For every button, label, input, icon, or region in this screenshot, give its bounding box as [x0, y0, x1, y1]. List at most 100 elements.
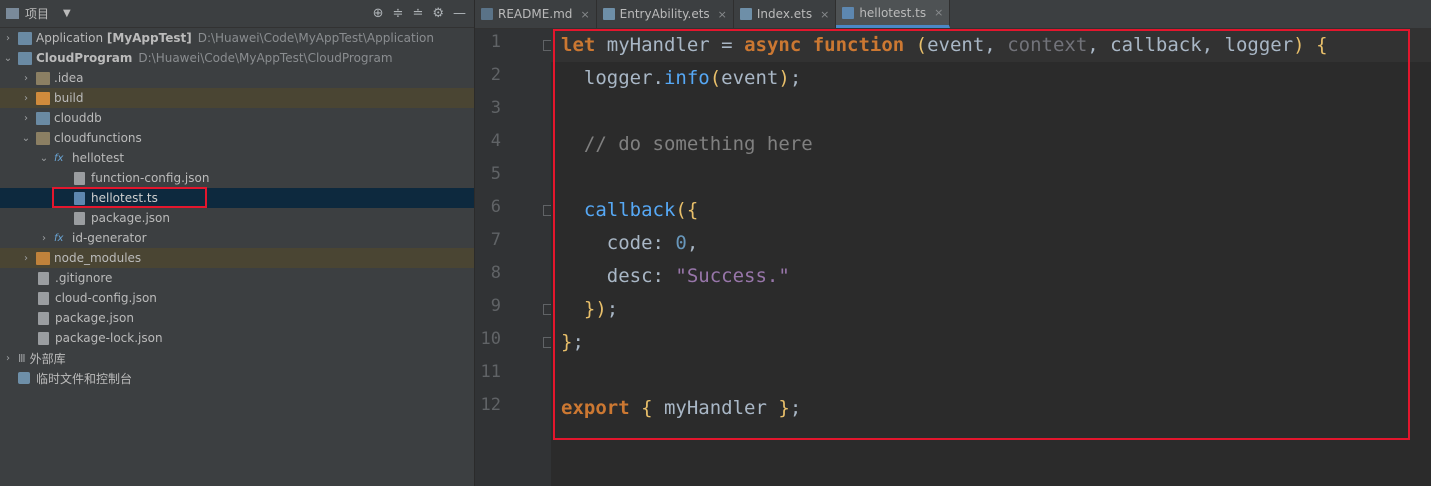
tree-item-function-config[interactable]: function-config.json	[0, 168, 474, 188]
line-number: 9	[490, 296, 501, 316]
close-icon[interactable]: ×	[934, 6, 943, 19]
ets-file-icon	[602, 8, 615, 20]
close-icon[interactable]: ×	[718, 8, 727, 21]
tree-item-clouddb[interactable]: › clouddb	[0, 108, 474, 128]
close-icon[interactable]: ×	[580, 8, 589, 21]
tree-item-label: Application	[36, 31, 104, 45]
file-icon	[38, 271, 49, 285]
json-file-icon	[38, 311, 49, 325]
highlight-box-code	[553, 29, 1410, 440]
chevron-down-icon[interactable]: ▼	[63, 8, 71, 19]
tree-item-scratches[interactable]: 临时文件和控制台	[0, 368, 474, 388]
chevron-right-icon[interactable]: ›	[20, 93, 32, 104]
project-panel-title[interactable]: 项目	[25, 5, 49, 22]
tab-label: README.md	[498, 7, 573, 21]
tree-item-label: package.json	[91, 211, 171, 225]
tree-item-idea[interactable]: › .idea	[0, 68, 474, 88]
folder-icon	[36, 91, 50, 105]
line-number: 8	[490, 263, 501, 283]
tree-item-label: cloud-config.json	[55, 291, 157, 305]
tree-item-label: CloudProgram	[36, 51, 133, 65]
close-icon[interactable]: ×	[820, 8, 829, 21]
tree-item-gitignore[interactable]: .gitignore	[0, 268, 474, 288]
tree-item-tag: [MyAppTest]	[106, 31, 192, 45]
tab-label: Index.ets	[756, 7, 813, 21]
tree-item-label: node_modules	[54, 251, 142, 265]
tree-item-label: .idea	[54, 71, 84, 85]
folder-icon	[36, 111, 50, 125]
tree-item-path: D:\Huawei\Code\MyAppTest\Application	[197, 31, 434, 45]
tree-item-label: function-config.json	[91, 171, 210, 185]
project-icon	[6, 8, 19, 19]
tree-item-label: cloudfunctions	[54, 131, 142, 145]
chevron-right-icon[interactable]: ›	[2, 353, 14, 364]
minimize-icon[interactable]: —	[453, 6, 466, 21]
collapse-all-icon[interactable]: ≐	[412, 6, 423, 21]
editor-tab-bar: README.md × EntryAbility.ets × Index.ets…	[475, 0, 1431, 29]
library-icon: Ⅲ	[18, 351, 26, 365]
tree-item-package-lock[interactable]: package-lock.json	[0, 328, 474, 348]
line-number: 6	[490, 197, 501, 217]
tree-item-package-json[interactable]: package.json	[0, 208, 474, 228]
chevron-down-icon[interactable]: ⌄	[38, 153, 50, 164]
function-icon: fx	[54, 152, 64, 164]
tree-item-label: build	[54, 91, 84, 105]
tab-entryability[interactable]: EntryAbility.ets ×	[597, 0, 734, 28]
tree-item-label: package-lock.json	[55, 331, 163, 345]
scratch-icon	[18, 372, 30, 384]
tree-item-cloudfunctions[interactable]: ⌄ cloudfunctions	[0, 128, 474, 148]
ts-file-icon	[842, 6, 855, 19]
tab-readme[interactable]: README.md ×	[475, 0, 597, 28]
tree-item-hellotest[interactable]: ⌄ fx hellotest	[0, 148, 474, 168]
json-file-icon	[38, 331, 49, 345]
tree-item-external-libraries[interactable]: › Ⅲ 外部库	[0, 348, 474, 368]
expand-all-icon[interactable]: ≑	[393, 6, 404, 21]
project-panel-header: 项目 ▼ ⊕ ≑ ≐ ⚙ —	[0, 0, 474, 28]
chevron-right-icon[interactable]: ›	[20, 73, 32, 84]
module-folder-icon	[18, 31, 32, 45]
line-number: 5	[490, 164, 501, 184]
folder-icon	[36, 71, 50, 85]
line-number: 12	[480, 395, 501, 415]
tree-item-id-generator[interactable]: › fx id-generator	[0, 228, 474, 248]
tab-index[interactable]: Index.ets ×	[734, 0, 837, 28]
chevron-down-icon[interactable]: ⌄	[20, 133, 32, 144]
locate-icon[interactable]: ⊕	[373, 6, 384, 21]
tree-item-package-json-root[interactable]: package.json	[0, 308, 474, 328]
json-file-icon	[38, 291, 49, 305]
tree-item-node-modules[interactable]: › node_modules	[0, 248, 474, 268]
tree-item-label: id-generator	[72, 231, 147, 245]
tree-item-cloudprogram[interactable]: ⌄ CloudProgram D:\Huawei\Code\MyAppTest\…	[0, 48, 474, 68]
line-number-gutter: 1 2 3 4 5 6 7 8 9 10 11 12	[475, 29, 551, 486]
gear-icon[interactable]: ⚙	[432, 6, 444, 21]
line-number: 7	[490, 230, 501, 250]
chevron-down-icon[interactable]: ⌄	[2, 53, 14, 64]
tree-item-label: hellotest	[72, 151, 125, 165]
chevron-right-icon[interactable]: ›	[20, 113, 32, 124]
json-file-icon	[74, 211, 85, 225]
tree-item-path: D:\Huawei\Code\MyAppTest\CloudProgram	[138, 51, 393, 65]
tab-hellotest[interactable]: hellotest.ts ×	[836, 0, 951, 28]
line-number: 1	[490, 32, 501, 52]
tree-item-build[interactable]: › build	[0, 88, 474, 108]
project-panel: 项目 ▼ ⊕ ≑ ≐ ⚙ — › Application [MyAppTest]…	[0, 0, 474, 486]
highlight-box-file	[52, 187, 207, 208]
chevron-right-icon[interactable]: ›	[38, 233, 50, 244]
ets-file-icon	[739, 8, 752, 20]
line-number: 4	[490, 131, 501, 151]
project-tree: › Application [MyAppTest] D:\Huawei\Code…	[0, 28, 474, 388]
tab-label: hellotest.ts	[859, 5, 927, 20]
tree-item-cloud-config[interactable]: cloud-config.json	[0, 288, 474, 308]
function-icon: fx	[54, 232, 64, 244]
tree-item-label: package.json	[55, 311, 135, 325]
tab-label: EntryAbility.ets	[619, 7, 710, 21]
chevron-right-icon[interactable]: ›	[2, 33, 14, 44]
tree-item-label: 外部库	[29, 351, 66, 366]
folder-icon	[36, 251, 50, 265]
line-number: 2	[490, 65, 501, 85]
chevron-right-icon[interactable]: ›	[20, 253, 32, 264]
line-number: 11	[480, 362, 501, 382]
line-number: 10	[480, 329, 501, 349]
tree-item-application[interactable]: › Application [MyAppTest] D:\Huawei\Code…	[0, 28, 474, 48]
tree-item-label: .gitignore	[55, 271, 113, 285]
